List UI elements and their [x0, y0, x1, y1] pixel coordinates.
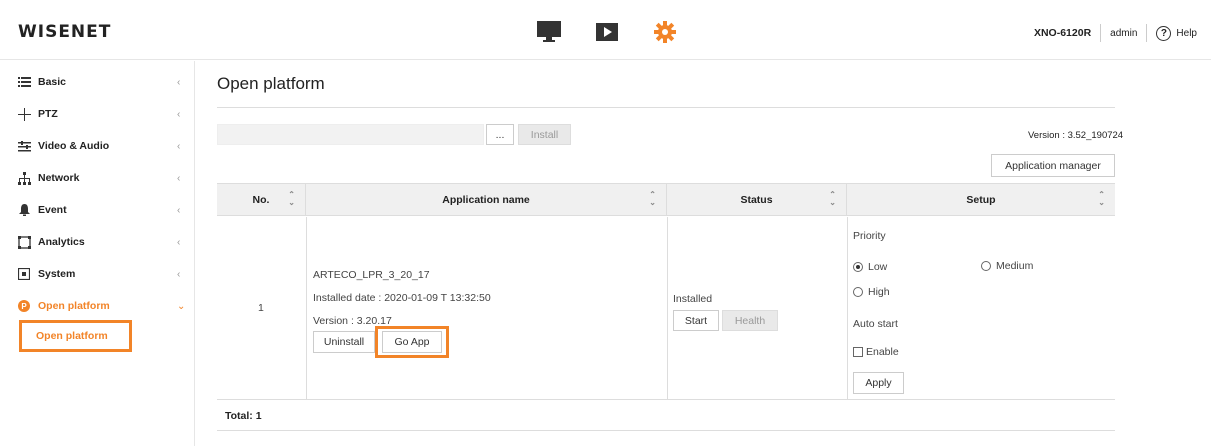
analytics-icon — [17, 235, 31, 249]
priority-label: Priority — [853, 230, 886, 242]
sliders-icon — [17, 139, 31, 153]
highlight-box — [375, 326, 449, 358]
help-icon[interactable]: ? — [1156, 25, 1172, 41]
column-header-setup[interactable]: Setup ⌃ ⌄ — [847, 184, 1115, 215]
priority-high-radio[interactable] — [853, 287, 863, 297]
priority-high-label: High — [868, 286, 890, 298]
chevron-down-icon: ⌄ — [177, 300, 186, 312]
priority-medium-radio[interactable] — [981, 261, 991, 271]
top-nav — [535, 20, 679, 44]
chevron-left-icon: ‹ — [177, 108, 181, 120]
priority-medium-label: Medium — [996, 260, 1034, 272]
browse-button[interactable]: ... — [486, 124, 514, 145]
divider — [1146, 24, 1148, 42]
divider — [306, 217, 307, 400]
sidebar-item-label: PTZ — [38, 108, 58, 120]
page-title: Open platform — [217, 74, 325, 93]
app-name: ARTECO_LPR_3_20_17 — [313, 269, 430, 281]
chevron-left-icon: ‹ — [177, 140, 181, 152]
sidebar-item-system[interactable]: System ‹ — [0, 258, 195, 290]
header-label: Setup — [966, 193, 996, 206]
application-manager-button[interactable]: Application manager — [991, 154, 1115, 177]
sidebar-subitem-open-platform[interactable]: Open platform — [19, 320, 132, 352]
uninstall-button[interactable]: Uninstall — [313, 331, 375, 353]
divider — [217, 107, 1115, 108]
divider — [1100, 24, 1102, 42]
health-button[interactable]: Health — [722, 310, 778, 331]
divider — [667, 217, 668, 400]
sort-icon[interactable]: ⌃ ⌄ — [829, 191, 836, 207]
header-label: No. — [252, 193, 270, 206]
column-header-no[interactable]: No. ⌃ ⌄ — [217, 184, 306, 215]
sidebar-item-label: Basic — [38, 76, 67, 88]
sidebar-item-event[interactable]: Event ‹ — [0, 194, 195, 226]
sidebar-item-network[interactable]: Network ‹ — [0, 162, 195, 194]
file-path-input[interactable] — [217, 124, 484, 145]
priority-low-radio[interactable] — [853, 262, 863, 272]
sort-icon[interactable]: ⌃ ⌄ — [1098, 191, 1105, 207]
svg-text:P: P — [21, 302, 27, 311]
sidebar: Basic ‹ PTZ ‹ Video & Audio ‹ Network ‹ … — [0, 61, 195, 446]
chevron-left-icon: ‹ — [177, 204, 181, 216]
sidebar-item-label: Open platform — [38, 300, 110, 312]
platform-version: Version : 3.52_190724 — [1028, 130, 1124, 141]
monitor-icon[interactable] — [535, 20, 563, 44]
ptz-icon — [17, 107, 31, 121]
gear-icon[interactable] — [651, 20, 679, 44]
chevron-left-icon: ‹ — [177, 76, 181, 88]
network-icon — [17, 171, 31, 185]
sidebar-item-analytics[interactable]: Analytics ‹ — [0, 226, 195, 258]
divider — [847, 217, 848, 400]
sidebar-item-label: Event — [38, 204, 67, 216]
table-header: No. ⌃ ⌄ Application name ⌃ ⌄ Status ⌃ ⌄ Set… — [217, 183, 1115, 216]
chevron-left-icon: ‹ — [177, 236, 181, 248]
wisenet-logo: WISENET — [18, 22, 112, 42]
header-right: XNO-6120R admin ? Help — [1034, 24, 1197, 42]
top-header: WISENET XNO-6120R admin ? Help — [0, 0, 1211, 60]
priority-low-label: Low — [868, 261, 888, 273]
table-total: Total: 1 — [217, 401, 1115, 431]
sidebar-item-label: Analytics — [38, 236, 85, 248]
sidebar-item-label: Network — [38, 172, 80, 184]
chevron-left-icon: ‹ — [177, 268, 181, 280]
help-link[interactable]: Help — [1176, 28, 1197, 39]
table-row: 1 ARTECO_LPR_3_20_17 Installed date : 20… — [217, 217, 1115, 400]
column-header-status[interactable]: Status ⌃ ⌄ — [667, 184, 847, 215]
start-button[interactable]: Start — [673, 310, 719, 331]
bell-icon — [17, 203, 31, 217]
header-label: Application name — [442, 193, 530, 206]
enable-label: Enable — [866, 346, 899, 358]
sidebar-item-video-audio[interactable]: Video & Audio ‹ — [0, 130, 195, 162]
sidebar-item-basic[interactable]: Basic ‹ — [0, 66, 195, 98]
installed-date: Installed date : 2020-01-09 T 13:32:50 — [313, 292, 491, 304]
sort-icon[interactable]: ⌃ ⌄ — [649, 191, 656, 207]
sidebar-item-label: Video & Audio — [38, 140, 110, 152]
sidebar-item-open-platform[interactable]: P Open platform ⌄ — [0, 290, 195, 322]
column-header-application-name[interactable]: Application name ⌃ ⌄ — [306, 184, 667, 215]
sidebar-item-label: System — [38, 268, 76, 280]
header-label: Status — [740, 193, 773, 206]
auto-start-label: Auto start — [853, 318, 898, 330]
user-name[interactable]: admin — [1110, 28, 1137, 39]
install-button[interactable]: Install — [518, 124, 571, 145]
apply-button[interactable]: Apply — [853, 372, 904, 394]
list-icon — [17, 75, 31, 89]
chevron-left-icon: ‹ — [177, 172, 181, 184]
model-name: XNO-6120R — [1033, 27, 1092, 39]
sort-icon[interactable]: ⌃ ⌄ — [288, 191, 295, 207]
sidebar-item-ptz[interactable]: PTZ ‹ — [0, 98, 195, 130]
system-icon — [17, 267, 31, 281]
play-icon[interactable] — [593, 20, 621, 44]
open-platform-icon: P — [17, 299, 31, 313]
status-text: Installed — [673, 293, 713, 305]
enable-checkbox[interactable] — [853, 347, 863, 357]
row-number: 1 — [258, 302, 264, 314]
